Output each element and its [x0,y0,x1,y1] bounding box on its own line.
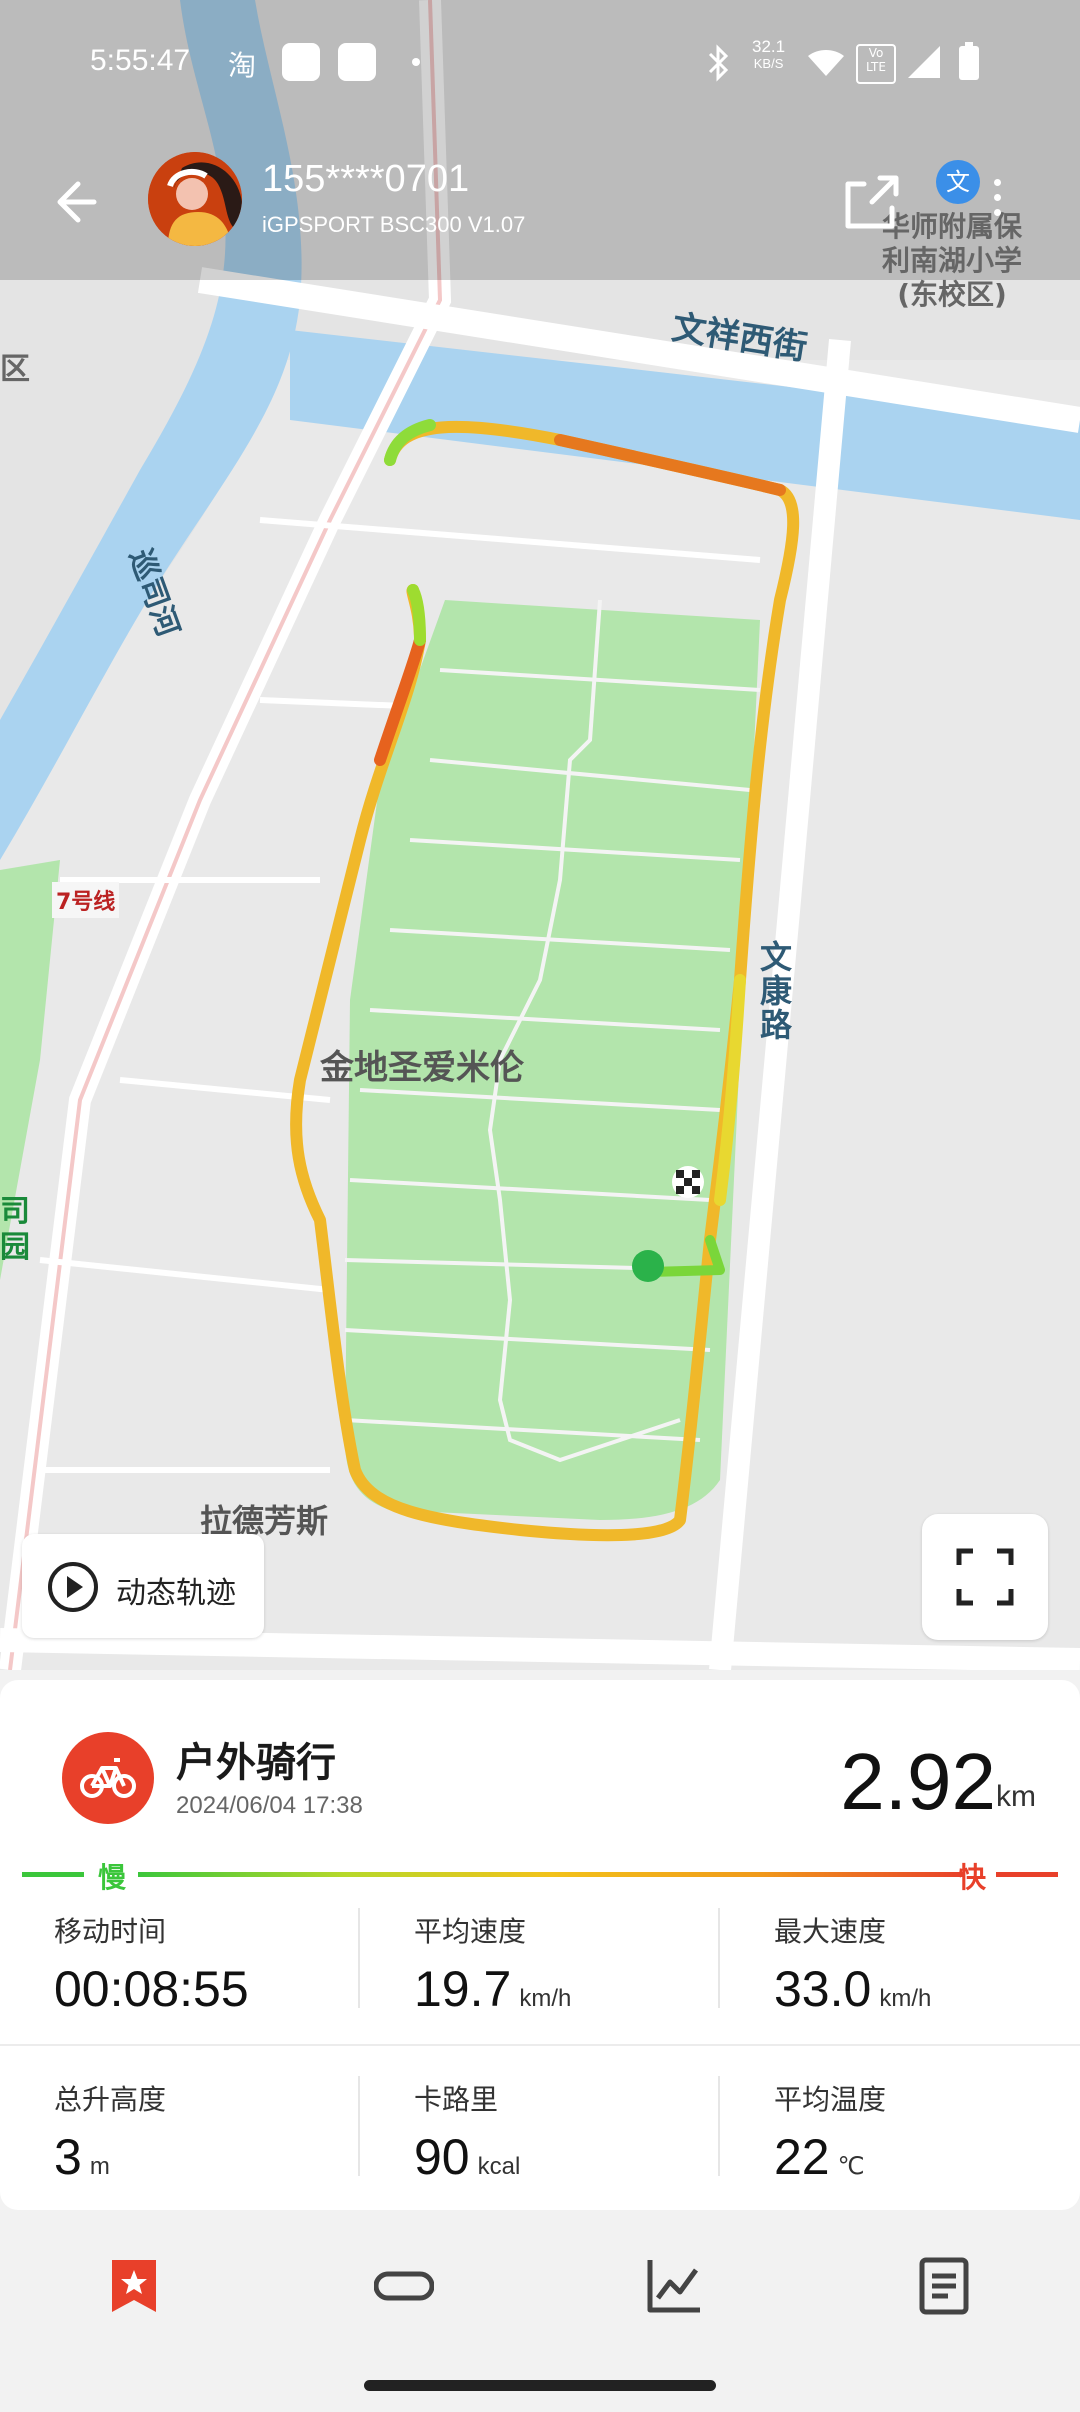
taobao-icon: 淘 [228,49,257,82]
stat-value: 22 [774,2129,830,2185]
activity-type: 户外骑行 [176,1740,336,1786]
username: 155****0701 [262,158,470,200]
stat-unit: ℃ [837,2153,865,2180]
status-bar: 5:55:47 淘 32.1 KB/S Vo LTE [0,0,1080,110]
more-notifications-icon [412,58,420,66]
edge-label: 区 [0,352,30,387]
metro-label: 7号线 [52,882,120,918]
speed-gradient [138,1872,964,1877]
park-label-partial: 司 园 [0,1194,30,1265]
signal-icon [908,46,940,78]
stat-label: 总升高度 [54,2083,167,2116]
battery-icon [959,42,979,80]
stat-unit: kcal [477,2153,521,2180]
header: 155****0701 iGPSPORT BSC300 V1.07 [0,140,1080,270]
street-label-wenkang: 文康路 [760,938,793,1044]
bookmark-icon[interactable] [104,2256,164,2316]
app-notification-icon [282,43,320,81]
distance-value: 2.92 [840,1737,996,1826]
fullscreen-icon [956,1548,1014,1606]
more-options-icon[interactable] [990,174,1004,224]
play-circle-icon [48,1562,98,1612]
dynamic-track-label: 动态轨迹 [116,1576,236,1611]
distance-unit: km [996,1780,1036,1813]
stat-unit: m [89,2153,110,2180]
activity-datetime: 2024/06/04 17:38 [176,1792,363,1819]
fullscreen-button[interactable] [922,1514,1048,1640]
legend-fast: 快 [958,1861,987,1894]
app-notification-icon [338,43,376,81]
summary-panel: 户外骑行 2024/06/04 17:38 2.92 km 慢 快 移动时间 0… [0,1680,1080,2210]
back-arrow-icon[interactable] [48,176,100,228]
legend-slow: 慢 [98,1861,127,1894]
stat-calories: 卡路里 90 kcal [414,2078,714,2186]
status-time: 5:55:47 [90,44,191,77]
net-speed-unit: KB/S [753,56,784,71]
track-icon[interactable] [374,2256,434,2316]
stat-label: 卡路里 [414,2083,499,2116]
stat-value: 90 [414,2129,470,2185]
net-speed: 32.1 KB/S [752,38,785,72]
stat-label: 平均速度 [414,1915,527,1948]
activity-type-icon [62,1732,154,1824]
report-icon[interactable] [914,2256,974,2316]
stat-moving-time: 移动时间 00:08:55 [54,1910,354,2018]
bluetooth-icon [708,44,729,82]
wifi-icon [808,50,844,76]
stat-value: 33.0 [774,1961,872,2017]
stat-label: 移动时间 [54,1915,167,1948]
speed-legend: 慢 快 [22,1854,1058,1894]
bicycle-icon [80,1758,136,1798]
stat-avg-speed: 平均速度 19.7 km/h [414,1910,714,2018]
home-indicator[interactable] [364,2380,716,2391]
stat-avg-temperature: 平均温度 22 ℃ [774,2078,1074,2186]
bottom-nav [0,2218,1080,2348]
stat-value: 3 [54,2129,82,2185]
stat-label: 平均温度 [774,2083,887,2116]
stat-max-speed: 最大速度 33.0 km/h [774,1910,1074,2018]
avatar[interactable] [148,152,242,246]
net-speed-value: 32.1 [752,37,786,56]
dynamic-track-button[interactable]: 动态轨迹 [22,1534,264,1638]
stat-total-ascent: 总升高度 3m [54,2078,354,2186]
share-icon[interactable] [842,172,900,230]
stat-value: 00:08:55 [54,1961,249,2017]
community-label: 金地圣爱米伦 [320,1048,524,1088]
stat-unit: km/h [519,1985,572,2012]
stat-value: 19.7 [414,1961,512,2017]
device-info: iGPSPORT BSC300 V1.07 [262,212,526,237]
volte-icon: Vo LTE [856,44,896,84]
chart-icon[interactable] [644,2256,704,2316]
stat-unit: km/h [879,1985,932,2012]
stat-label: 最大速度 [774,1915,887,1948]
